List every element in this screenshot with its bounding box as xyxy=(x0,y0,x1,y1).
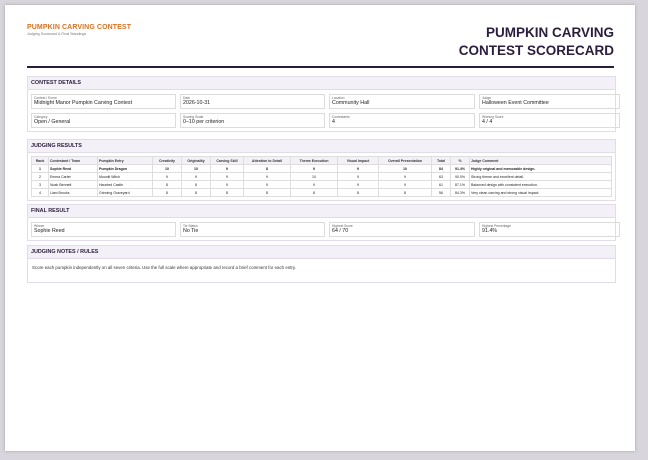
table-cell: 1 xyxy=(31,164,49,173)
judging-notes-section: JUDGING NOTES / RULES Score each pumpkin… xyxy=(27,245,616,283)
table-cell: Noah Bennett xyxy=(48,180,98,189)
table-cell: 9 xyxy=(290,164,338,173)
brand-name: PUMPKIN CARVING CONTEST xyxy=(27,24,132,31)
field-tie-status: Tie Status No Tie xyxy=(180,222,325,237)
table-cell: Strong theme and excellent detail. xyxy=(469,172,612,181)
table-cell: 8 xyxy=(210,188,244,197)
header-divider xyxy=(27,66,614,68)
results-header-row: Rank Contestant / Team Pumpkin Entry Cre… xyxy=(31,156,612,165)
table-row: 2 Emma Carter Moonlit Witch 9 9 9 9 10 9 9 63 90.0%… xyxy=(31,172,612,181)
contest-details-section: CONTEST DETAILS Contest / Event Midnight … xyxy=(27,76,620,132)
table-cell: 3 xyxy=(31,180,49,189)
table-cell: 9 xyxy=(337,172,379,181)
table-cell: 8 xyxy=(181,180,211,189)
field-date: Date 2026-10-31 xyxy=(180,94,325,109)
table-cell: 8 xyxy=(152,180,182,189)
brand-block: PUMPKIN CARVING CONTEST Judging Scorecar… xyxy=(27,24,131,36)
table-cell: 4 xyxy=(31,188,49,197)
table-cell: 10 xyxy=(290,172,338,181)
table-cell: 9 xyxy=(337,180,379,189)
field-contest: Contest / Event Midnight Manor Pumpkin Ca… xyxy=(31,94,176,109)
table-cell: 9 xyxy=(181,172,211,181)
field-winning-score: Winning Score 4 / 4 xyxy=(479,113,620,128)
field-judge: Judge Halloween Event Committee xyxy=(479,94,620,109)
brand-subtitle: Judging Scorecard & Final Standings xyxy=(27,32,87,36)
table-row: 4 Liam Brooks Grinning Graveyard 8 8 8 8 8 8 8 56 8… xyxy=(31,188,612,197)
table-row: 3 Noah Bennett Haunted Castle 8 8 9 9 9 9 9 61 87.1… xyxy=(31,180,612,189)
table-cell: 9 xyxy=(152,172,182,181)
field-highest-score: Highest Score 64 / 70 xyxy=(329,222,475,237)
table-cell: 84.3% xyxy=(450,188,470,197)
table-cell: Very clean carving and strong visual imp… xyxy=(469,188,612,197)
table-cell: 10 xyxy=(378,164,432,173)
title-line-2: CONTEST SCORECARD xyxy=(458,43,614,58)
section-heading: JUDGING RESULTS xyxy=(28,140,615,153)
table-cell: Balanced design with consistent executio… xyxy=(469,180,612,189)
table-cell: 8 xyxy=(243,164,291,173)
table-cell: 63 xyxy=(431,172,451,181)
table-cell: 91.4% xyxy=(450,164,470,173)
table-cell: 9 xyxy=(337,164,379,173)
table-cell: 9 xyxy=(243,180,291,189)
field-highest-percentage: Highest Percentage 91.4% xyxy=(479,222,620,237)
table-cell: 9 xyxy=(378,180,432,189)
table-cell: 9 xyxy=(210,172,244,181)
table-cell: 9 xyxy=(243,172,291,181)
table-cell: Moonlit Witch xyxy=(97,172,153,181)
field-winner: Winner Sophie Reed xyxy=(31,222,176,237)
table-row: 1 Sophie Reed Pumpkin Dragon 10 10 9 8 9 9 10 84 91… xyxy=(31,164,612,173)
table-cell: 8 xyxy=(337,188,379,197)
title-line-1: PUMPKIN CARVING xyxy=(485,25,614,40)
section-heading: FINAL RESULT xyxy=(28,205,615,218)
table-cell: 8 xyxy=(152,188,182,197)
table-cell: 61 xyxy=(431,180,451,189)
table-cell: Emma Carter xyxy=(48,172,98,181)
table-cell: 56 xyxy=(431,188,451,197)
section-heading: JUDGING NOTES / RULES xyxy=(28,246,615,259)
field-scoring-scale: Scoring Scale 0–10 per criterion xyxy=(180,113,325,128)
judging-results-section: JUDGING RESULTS Rank Contestant / Team P… xyxy=(27,139,616,201)
table-cell: Sophie Reed xyxy=(48,164,98,173)
table-cell: Liam Brooks xyxy=(48,188,98,197)
section-heading: CONTEST DETAILS xyxy=(28,77,615,90)
final-result-section: FINAL RESULT Winner Sophie Reed Tie Statu… xyxy=(27,204,620,241)
scorecard-page: PUMPKIN CARVING CONTEST Judging Scorecar… xyxy=(5,5,635,451)
table-cell: 8 xyxy=(243,188,291,197)
table-cell: 8 xyxy=(378,188,432,197)
notes-text: Score each pumpkin independently on all … xyxy=(32,265,296,270)
table-cell: 87.1% xyxy=(450,180,470,189)
table-cell: 10 xyxy=(181,164,211,173)
table-cell: 9 xyxy=(210,164,244,173)
table-cell: 9 xyxy=(210,180,244,189)
field-category: Category Open / General xyxy=(31,113,176,128)
results-table: Rank Contestant / Team Pumpkin Entry Cre… xyxy=(31,156,612,197)
table-cell: 10 xyxy=(152,164,182,173)
table-cell: 84 xyxy=(431,164,451,173)
table-cell: 2 xyxy=(31,172,49,181)
page-title: PUMPKIN CARVING CONTEST SCORECARD xyxy=(459,24,614,60)
table-cell: Haunted Castle xyxy=(97,180,153,189)
table-cell: 90.0% xyxy=(450,172,470,181)
table-cell: 8 xyxy=(181,188,211,197)
table-cell: 9 xyxy=(290,180,338,189)
table-cell: 9 xyxy=(378,172,432,181)
table-cell: 8 xyxy=(290,188,338,197)
table-cell: Pumpkin Dragon xyxy=(97,164,153,173)
field-location: Location Community Hall xyxy=(329,94,475,109)
table-cell: Highly original and memorable design. xyxy=(469,164,612,173)
table-cell: Grinning Graveyard xyxy=(97,188,153,197)
field-contestants: Contestants 4 xyxy=(329,113,475,128)
